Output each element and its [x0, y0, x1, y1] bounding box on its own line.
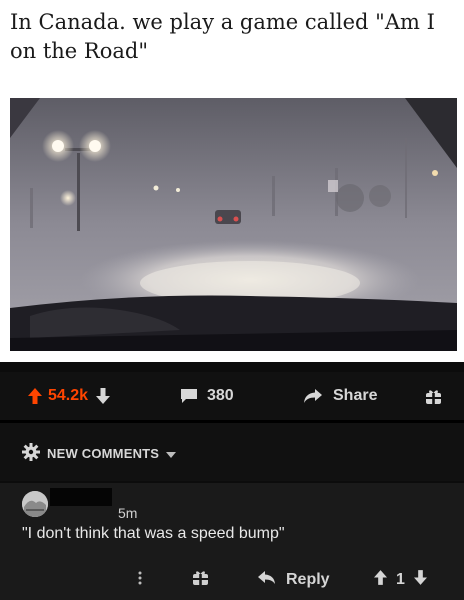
more-vertical-icon [138, 571, 142, 590]
reply-label: Reply [286, 571, 330, 588]
redacted-username [50, 488, 112, 506]
post-action-bar: 54.2k 380 Share [0, 372, 464, 420]
post-vote-group: 54.2k [28, 385, 111, 407]
sort-label: NEW COMMENTS [47, 446, 160, 461]
reply-button[interactable]: Reply [258, 567, 330, 593]
post-image[interactable] [10, 98, 457, 351]
comment-body: "I don't think that was a speed bump" [22, 525, 285, 542]
award-button[interactable] [425, 385, 442, 407]
comment-score: 1 [396, 571, 405, 588]
comment-vote-group: 1 [374, 567, 427, 593]
chevron-down-icon [166, 446, 177, 461]
comment-bubble-icon [180, 388, 198, 404]
avatar[interactable] [22, 491, 48, 517]
share-button[interactable]: Share [303, 385, 377, 407]
comments-button[interactable]: 380 [180, 385, 234, 407]
downvote-arrow-icon[interactable] [96, 388, 111, 404]
post-card: In Canada. we play a game called "Am I o… [0, 0, 464, 362]
post-caption: In Canada. we play a game called "Am I o… [10, 10, 435, 63]
sort-dropdown[interactable]: NEW COMMENTS [22, 443, 177, 464]
post-score: 54.2k [48, 387, 89, 404]
gift-icon [425, 388, 442, 405]
gear-icon [22, 443, 40, 464]
share-arrow-icon [303, 388, 323, 404]
comment: 5m "I don't think that was a speed bump"… [0, 483, 464, 600]
share-label: Share [333, 387, 378, 404]
comment-timestamp: 5m [118, 505, 138, 521]
comment-award-button[interactable] [192, 567, 209, 593]
comment-action-bar: Reply 1 [0, 567, 464, 597]
comments-sort-bar: NEW COMMENTS [0, 423, 464, 481]
comments-count: 380 [207, 387, 234, 404]
more-options-button[interactable] [138, 567, 142, 593]
upvote-arrow-icon[interactable] [374, 570, 387, 590]
upvote-arrow-icon[interactable] [28, 388, 42, 404]
snowy-road-photo [10, 98, 457, 351]
reply-arrow-icon [258, 570, 276, 590]
downvote-arrow-icon[interactable] [413, 570, 427, 590]
gift-icon [192, 569, 209, 591]
